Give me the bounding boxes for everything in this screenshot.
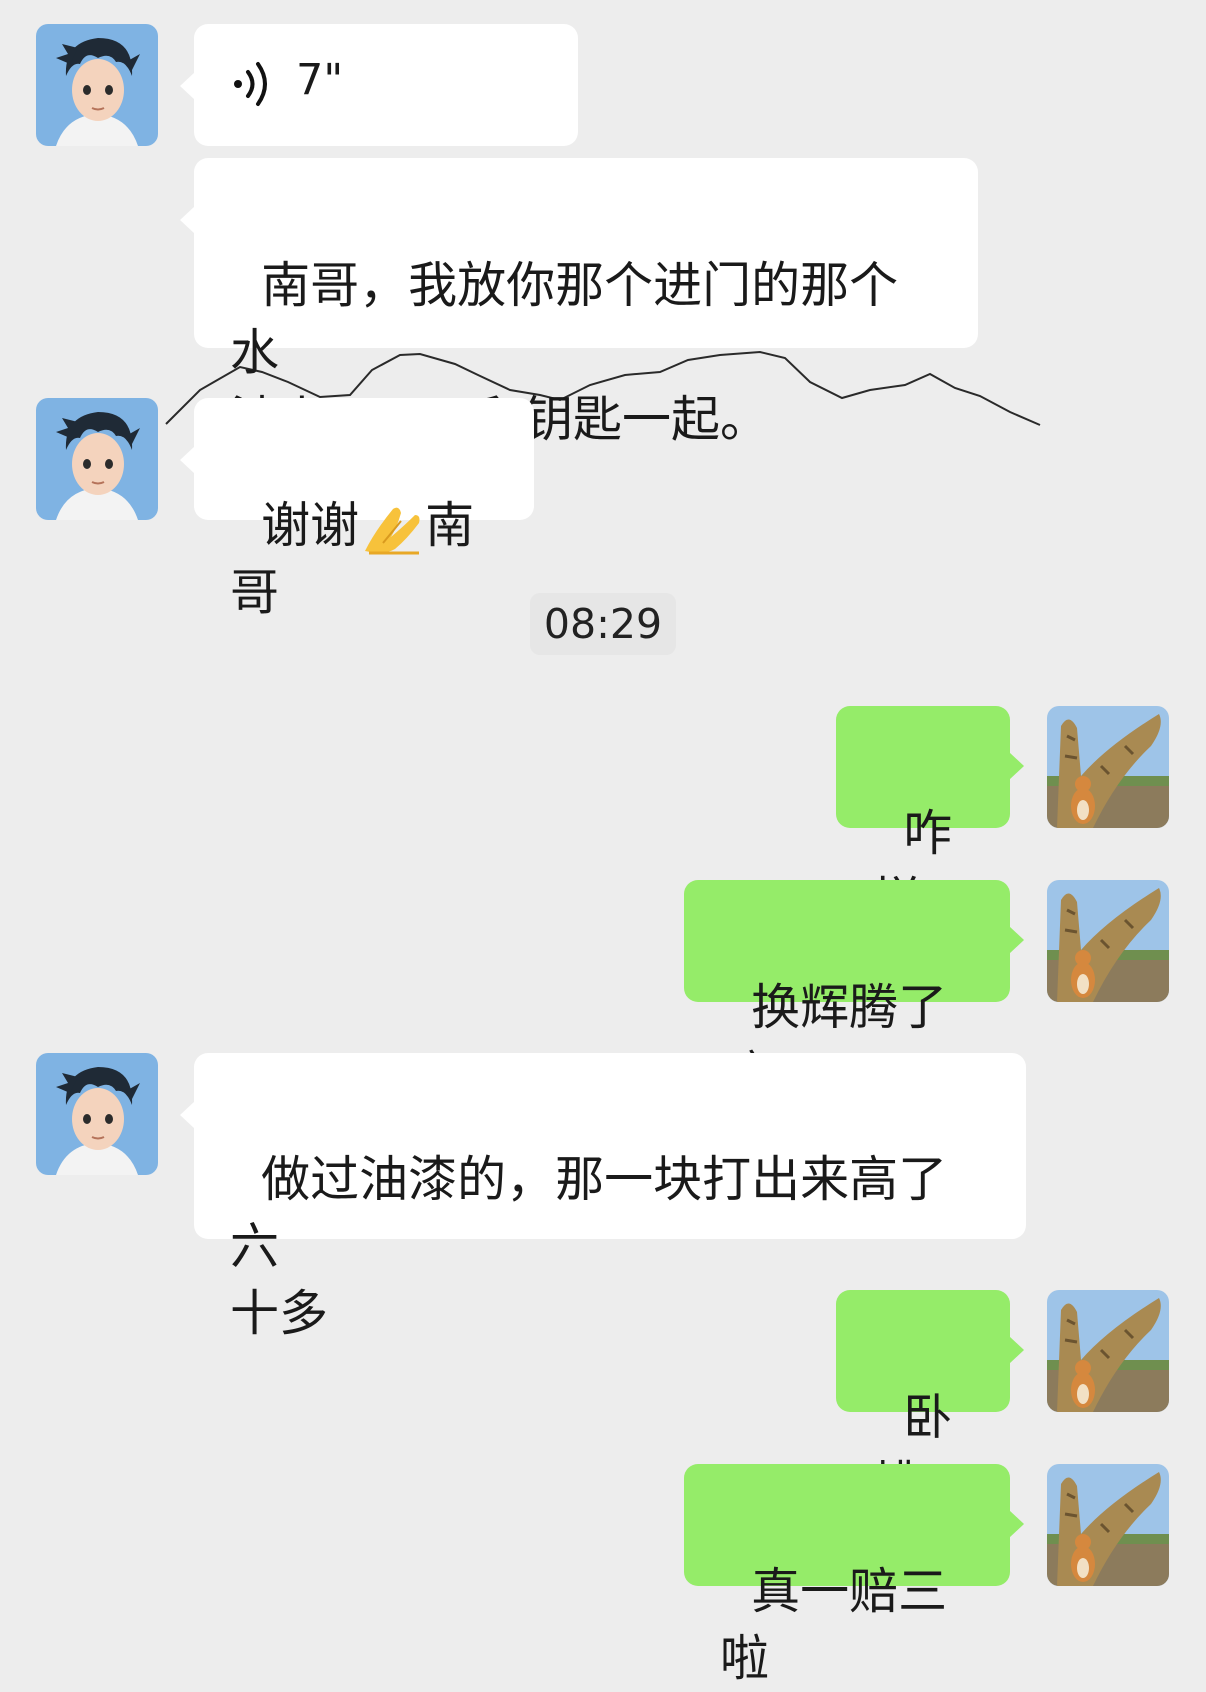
dog-and-sculpture-avatar-icon bbox=[1047, 1290, 1169, 1412]
message-bubble[interactable]: 做过油漆的，那一块打出来高了六 十多 bbox=[180, 1053, 1026, 1342]
message-bubble[interactable]: 真一赔三啦 bbox=[684, 1464, 1024, 1687]
message-text: 谢谢 bbox=[261, 497, 360, 554]
contact-avatar[interactable] bbox=[36, 24, 158, 146]
message-bubble[interactable]: 谢谢 南哥 bbox=[180, 398, 534, 621]
chat-timestamp: 08:29 bbox=[530, 593, 676, 655]
message-bubble[interactable]: 卧槽 bbox=[836, 1290, 1024, 1513]
contact-avatar[interactable] bbox=[36, 1053, 158, 1175]
anime-boy-avatar-icon bbox=[36, 1053, 158, 1175]
my-avatar[interactable] bbox=[1047, 1464, 1169, 1586]
dog-and-sculpture-avatar-icon bbox=[1047, 706, 1169, 828]
voice-wave-icon bbox=[234, 62, 267, 106]
my-avatar[interactable] bbox=[1047, 1290, 1169, 1412]
anime-boy-avatar-icon bbox=[36, 24, 158, 146]
voice-duration: 7" bbox=[296, 55, 344, 105]
message-text: 真一赔三啦 bbox=[720, 1563, 948, 1687]
anime-boy-avatar-icon bbox=[36, 398, 158, 520]
message-bubble[interactable]: 换辉腾了嚒 bbox=[684, 880, 1024, 1103]
folded-hands-emoji-icon bbox=[365, 507, 420, 554]
my-avatar[interactable] bbox=[1047, 706, 1169, 828]
contact-avatar[interactable] bbox=[36, 398, 158, 520]
message-bubble[interactable]: 咋样 bbox=[836, 706, 1024, 929]
dog-and-sculpture-avatar-icon bbox=[1047, 1464, 1169, 1586]
voice-message-bubble[interactable]: 7" bbox=[180, 24, 578, 146]
my-avatar[interactable] bbox=[1047, 880, 1169, 1002]
message-bubble[interactable]: 南哥，我放你那个进门的那个水 池上面了，和钥匙一起。 bbox=[180, 158, 978, 448]
dog-and-sculpture-avatar-icon bbox=[1047, 880, 1169, 1002]
